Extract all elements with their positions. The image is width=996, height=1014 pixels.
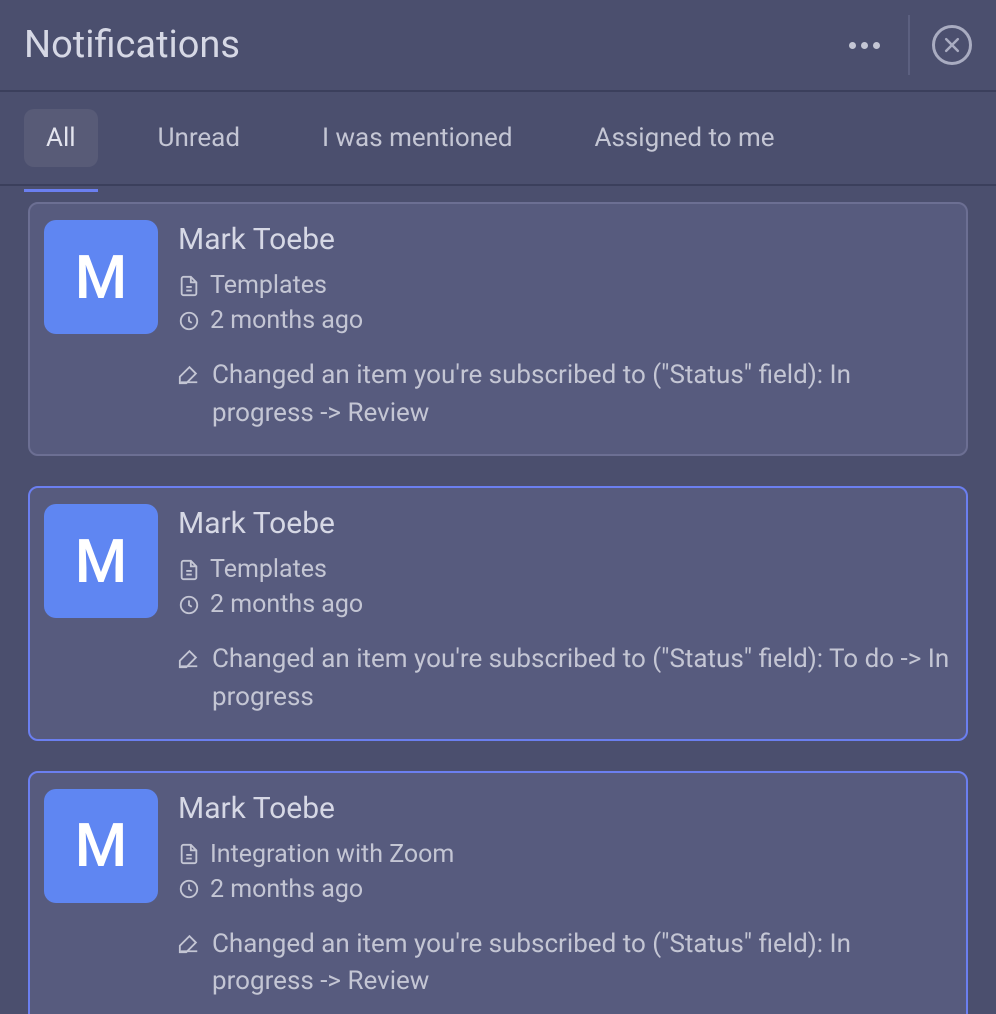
more-options-button[interactable]: [840, 21, 888, 69]
notification-author: Mark Toebe: [178, 506, 952, 541]
notification-context: Templates: [210, 555, 327, 584]
edit-icon: [178, 363, 200, 385]
notification-message-row: Changed an item you're subscribed to ("S…: [178, 641, 952, 716]
notification-time: 2 months ago: [210, 590, 363, 619]
notification-context-row: Integration with Zoom: [178, 840, 952, 869]
notification-message: Changed an item you're subscribed to ("S…: [212, 641, 952, 716]
notification-message-row: Changed an item you're subscribed to ("S…: [178, 357, 952, 432]
close-button[interactable]: [932, 25, 972, 65]
notification-time: 2 months ago: [210, 306, 363, 335]
tab-unread[interactable]: Unread: [136, 109, 262, 167]
notification-author: Mark Toebe: [178, 222, 952, 257]
document-icon: [178, 843, 200, 865]
notification-context: Templates: [210, 271, 327, 300]
notification-context-row: Templates: [178, 271, 952, 300]
header-separator: [908, 15, 910, 75]
tab-mentioned[interactable]: I was mentioned: [300, 109, 534, 167]
tab-assigned[interactable]: Assigned to me: [572, 109, 796, 167]
notification-context: Integration with Zoom: [210, 840, 454, 869]
notification-time-row: 2 months ago: [178, 306, 952, 335]
document-icon: [178, 275, 200, 297]
notification-time-row: 2 months ago: [178, 590, 952, 619]
notification-time: 2 months ago: [210, 875, 363, 904]
notification-card[interactable]: M Mark Toebe Integration with Zoom 2 mon…: [28, 771, 968, 1014]
clock-icon: [178, 594, 200, 616]
panel-header: Notifications: [0, 0, 996, 92]
notification-message-row: Changed an item you're subscribed to ("S…: [178, 926, 952, 1001]
notifications-panel: Notifications All Unread I was mentioned…: [0, 0, 996, 1014]
notification-author: Mark Toebe: [178, 791, 952, 826]
document-icon: [178, 559, 200, 581]
notification-card[interactable]: M Mark Toebe Templates 2 months ago: [28, 486, 968, 740]
tab-all[interactable]: All: [24, 109, 98, 167]
notification-context-row: Templates: [178, 555, 952, 584]
notification-time-row: 2 months ago: [178, 875, 952, 904]
ellipsis-icon: [849, 42, 880, 49]
avatar: M: [44, 504, 158, 618]
notification-body: Mark Toebe Integration with Zoom 2 month…: [178, 789, 952, 1001]
notification-message: Changed an item you're subscribed to ("S…: [212, 357, 952, 432]
edit-icon: [178, 647, 200, 669]
avatar: M: [44, 220, 158, 334]
avatar: M: [44, 789, 158, 903]
edit-icon: [178, 932, 200, 954]
tabs-bar: All Unread I was mentioned Assigned to m…: [0, 92, 996, 186]
notifications-list[interactable]: M Mark Toebe Templates 2 months ago: [0, 186, 996, 1014]
close-icon: [942, 35, 962, 55]
notification-card[interactable]: M Mark Toebe Templates 2 months ago: [28, 202, 968, 456]
clock-icon: [178, 878, 200, 900]
notification-body: Mark Toebe Templates 2 months ago: [178, 220, 952, 432]
clock-icon: [178, 310, 200, 332]
panel-title: Notifications: [24, 23, 840, 67]
notification-message: Changed an item you're subscribed to ("S…: [212, 926, 952, 1001]
notification-body: Mark Toebe Templates 2 months ago: [178, 504, 952, 716]
